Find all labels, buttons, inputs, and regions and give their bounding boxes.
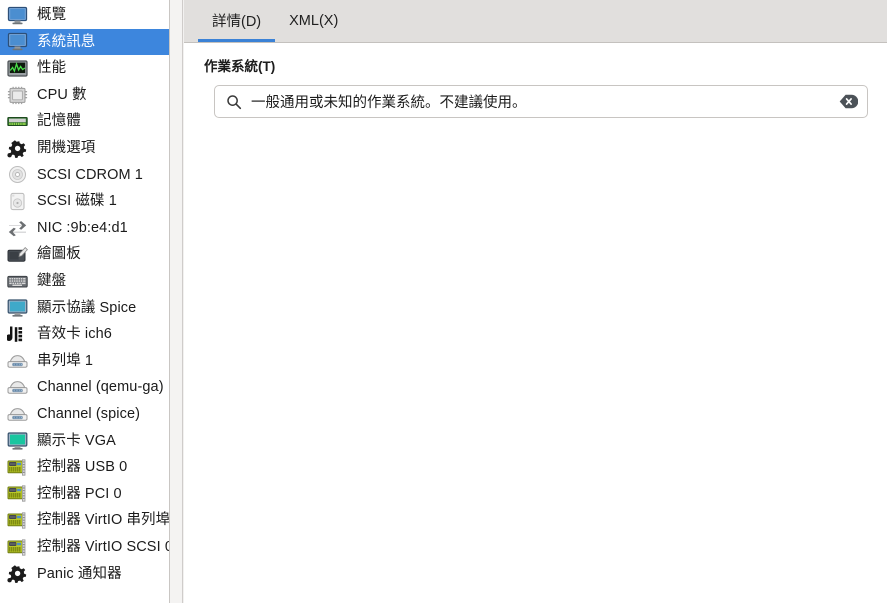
video-card-icon	[6, 431, 28, 451]
details-tab-content: 作業系統(T) 一般通用或未知的作業系統。不建議使用。	[184, 43, 887, 603]
hardware-item-label: 控制器 USB 0	[37, 459, 128, 476]
virt-manager-vm-details-window: 概覽系統訊息性能 CPU 數記憶體開機選項 SCSI CDROM 1 SCSI 磁碟 …	[0, 0, 887, 603]
tab-0[interactable]: 詳情(D)	[198, 0, 276, 42]
hardware-item-label: 繪圖板	[37, 246, 81, 263]
hardware-item-1[interactable]: 系統訊息	[0, 28, 169, 56]
controller-card-icon	[6, 457, 28, 477]
keyboard-icon	[6, 271, 28, 291]
hardware-item-label: 控制器 VirtIO 串列埠 0	[37, 512, 170, 529]
hardware-item-label: 記憶體	[37, 113, 81, 130]
cdrom-disc-icon	[6, 165, 28, 185]
tab-bar: 詳情(D) XML(X)	[184, 0, 887, 43]
hardware-sidebar: 概覽系統訊息性能 CPU 數記憶體開機選項 SCSI CDROM 1 SCSI 磁碟 …	[0, 0, 184, 603]
hardware-item-label: 顯示卡 VGA	[37, 432, 116, 449]
hardware-item-9[interactable]: 繪圖板	[0, 241, 169, 268]
harddisk-icon	[6, 191, 28, 211]
clear-circle-icon[interactable]	[839, 94, 858, 109]
hardware-item-2[interactable]: 性能	[0, 55, 169, 82]
performance-graph-icon	[6, 58, 28, 78]
search-icon	[226, 94, 242, 110]
hardware-item-10[interactable]: 鍵盤	[0, 268, 169, 295]
monitor-icon	[6, 5, 28, 25]
hardware-item-6[interactable]: SCSI CDROM 1	[0, 162, 169, 189]
hardware-item-label: 顯示協議 Spice	[37, 299, 137, 316]
os-field-label: 作業系統(T)	[204, 59, 276, 74]
hardware-item-11[interactable]: 顯示協議 Spice	[0, 295, 169, 322]
hardware-item-5[interactable]: 開機選項	[0, 135, 169, 162]
monitor-icon	[6, 32, 28, 52]
os-search-input[interactable]: 一般通用或未知的作業系統。不建議使用。	[214, 85, 868, 118]
hardware-item-7[interactable]: SCSI 磁碟 1	[0, 188, 169, 215]
hardware-item-label: 控制器 PCI 0	[37, 485, 122, 502]
hardware-item-label: SCSI CDROM 1	[37, 166, 143, 183]
hardware-item-label: 系統訊息	[37, 33, 96, 50]
hardware-item-16[interactable]: 顯示卡 VGA	[0, 428, 169, 455]
sidebar-scrollbar[interactable]	[170, 0, 183, 603]
details-pane: 詳情(D) XML(X) 作業系統(T) 一般通用或未知的作業系統。不建議使用。	[184, 0, 887, 603]
hardware-item-14[interactable]: Channel (qemu-ga)	[0, 374, 169, 401]
gear-boot-icon	[6, 138, 28, 158]
os-search-value: 一般通用或未知的作業系統。不建議使用。	[251, 95, 527, 111]
hardware-item-18[interactable]: 控制器 PCI 0	[0, 481, 169, 508]
os-search-row: 一般通用或未知的作業系統。不建議使用。	[200, 85, 871, 118]
serial-port-icon	[6, 404, 28, 424]
hardware-item-20[interactable]: 控制器 VirtIO SCSI 0	[0, 534, 169, 561]
cpu-chip-icon	[6, 85, 28, 105]
network-arrows-icon	[6, 218, 28, 238]
hardware-item-label: 概覽	[37, 7, 67, 24]
controller-card-icon	[6, 511, 28, 531]
sound-card-icon	[6, 324, 28, 344]
hardware-item-8[interactable]: NIC :9b:e4:d1	[0, 215, 169, 242]
hardware-item-label: 開機選項	[37, 140, 96, 157]
hardware-item-13[interactable]: 串列埠 1	[0, 348, 169, 375]
hardware-item-label: 音效卡 ich6	[37, 326, 112, 343]
hardware-item-17[interactable]: 控制器 USB 0	[0, 454, 169, 481]
hardware-item-15[interactable]: Channel (spice)	[0, 401, 169, 428]
hardware-item-label: 串列埠 1	[37, 352, 94, 369]
hardware-item-label: Channel (qemu-ga)	[37, 379, 164, 396]
hardware-item-label: Channel (spice)	[37, 405, 141, 422]
hardware-item-21[interactable]: Panic 通知器	[0, 560, 169, 587]
serial-port-icon	[6, 378, 28, 398]
hardware-item-3[interactable]: CPU 數	[0, 82, 169, 109]
hardware-item-label: 鍵盤	[37, 272, 67, 289]
serial-port-icon	[6, 351, 28, 371]
tab-1[interactable]: XML(X)	[275, 0, 352, 42]
hardware-item-label: 控制器 VirtIO SCSI 0	[37, 538, 170, 555]
hardware-item-4[interactable]: 記憶體	[0, 108, 169, 135]
hardware-item-label: SCSI 磁碟 1	[37, 193, 117, 210]
controller-card-icon	[6, 484, 28, 504]
hardware-item-0[interactable]: 概覽	[0, 2, 169, 29]
memory-ram-icon	[6, 112, 28, 132]
gear-boot-icon	[6, 564, 28, 584]
hardware-item-label: NIC :9b:e4:d1	[37, 219, 128, 236]
hardware-list[interactable]: 概覽系統訊息性能 CPU 數記憶體開機選項 SCSI CDROM 1 SCSI 磁碟 …	[0, 0, 170, 603]
display-screen-icon	[6, 298, 28, 318]
hardware-item-12[interactable]: 音效卡 ich6	[0, 321, 169, 348]
controller-card-icon	[6, 537, 28, 557]
tablet-pen-icon	[6, 245, 28, 265]
hardware-item-label: 性能	[37, 60, 67, 77]
hardware-item-label: Panic 通知器	[37, 565, 122, 582]
hardware-item-19[interactable]: 控制器 VirtIO 串列埠 0	[0, 507, 169, 534]
hardware-item-label: CPU 數	[37, 86, 87, 103]
